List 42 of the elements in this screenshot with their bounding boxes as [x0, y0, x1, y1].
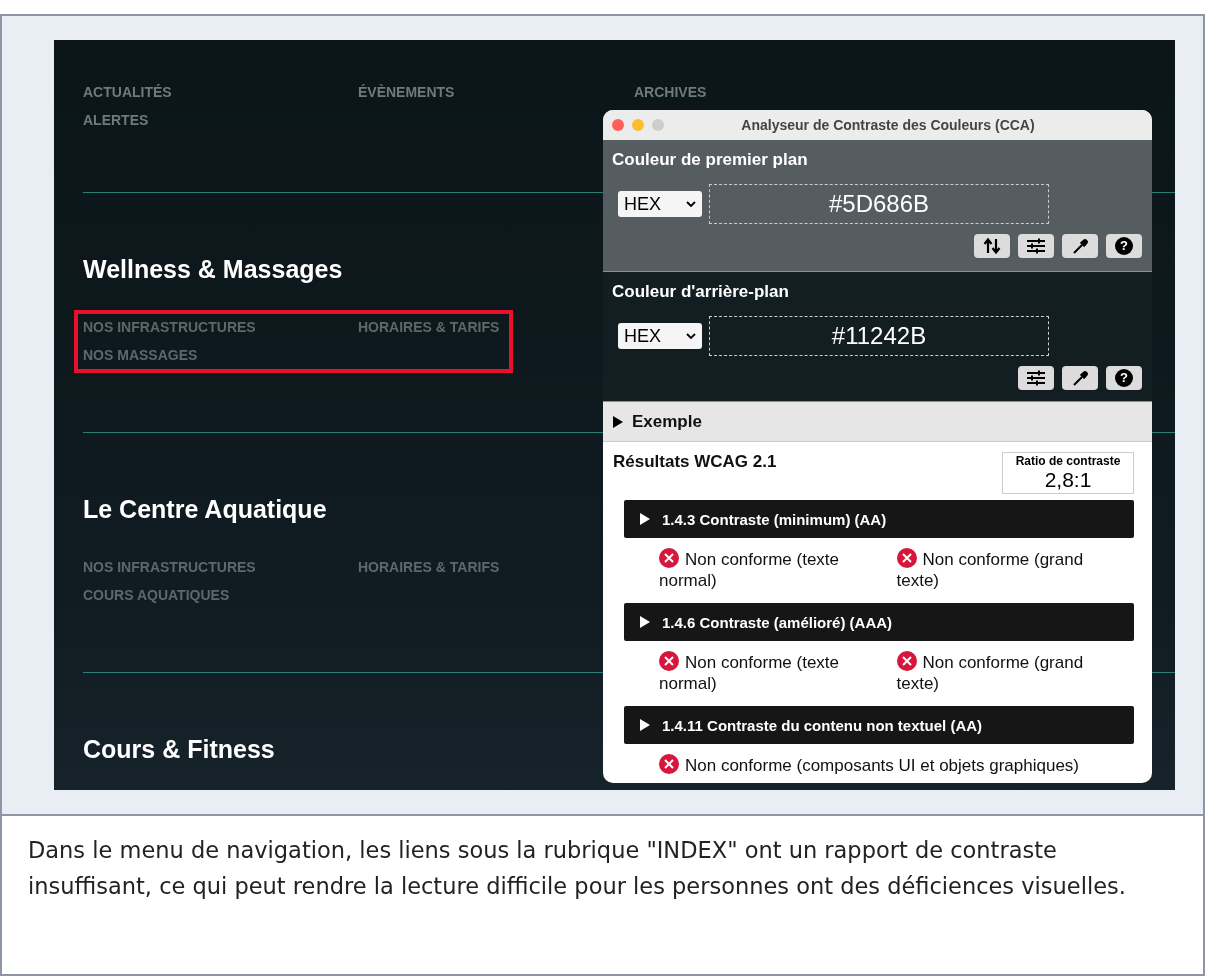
sliders-icon [1026, 370, 1046, 386]
swap-button[interactable] [974, 234, 1010, 258]
panel-heading: Couleur d'arrière-plan [612, 282, 790, 302]
eyedropper-button[interactable] [1062, 366, 1098, 390]
ratio-label: Ratio de contraste [1015, 454, 1121, 468]
swap-arrows-icon [983, 238, 1001, 254]
caret-icon [686, 200, 696, 208]
adjust-button[interactable] [1018, 366, 1054, 390]
section-heading: Cours & Fitness [83, 734, 275, 764]
result-text: Non conforme (grand texte) [896, 653, 1084, 693]
result-text: Non conforme (composants UI et objets graphiques) [685, 756, 1080, 775]
help-button[interactable]: ? [1106, 234, 1142, 258]
color-value-field[interactable]: #11242B [709, 316, 1049, 356]
nav-link[interactable]: ACTUALITÉS [83, 85, 358, 100]
caret-icon [686, 332, 696, 340]
example-disclosure[interactable]: Exemple [603, 402, 1152, 442]
format-select[interactable]: HEX [618, 191, 702, 217]
close-button[interactable] [612, 119, 624, 131]
result-text: Non conforme (grand texte) [896, 550, 1084, 590]
format-select[interactable]: HEX [618, 323, 702, 349]
section-heading: Le Centre Aquatique [83, 494, 327, 524]
eyedropper-icon [1071, 369, 1089, 387]
caption-text: Dans le menu de navigation, les liens sous la rubrique "INDEX" ont un rapport de contraste insuffisant, ce qui peut rendre la lecture difficile pour les personnes ont des déficiences visuelles. [28, 836, 1127, 901]
help-button[interactable]: ? [1106, 366, 1142, 390]
nav-link[interactable]: ÉVÈNEMENTS [358, 85, 634, 100]
criterion-disclosure[interactable]: 1.4.6 Contraste (amélioré) (AAA) [624, 603, 1134, 641]
sliders-icon [1026, 238, 1046, 254]
criterion-disclosure[interactable]: 1.4.3 Contraste (minimum) (AA) [624, 500, 1134, 538]
eyedropper-button[interactable] [1062, 234, 1098, 258]
color-value-field[interactable]: #5D686B [709, 184, 1049, 224]
nav-link[interactable]: ARCHIVES [634, 85, 1175, 100]
result-text: Non conforme (texte normal) [659, 653, 839, 693]
eyedropper-icon [1071, 237, 1089, 255]
result-text: Non conforme (texte normal) [659, 550, 839, 590]
criterion-disclosure[interactable]: 1.4.11 Contraste du contenu non textuel (AA) [624, 706, 1134, 744]
section-heading: Wellness & Massages [83, 254, 343, 284]
ratio-value: 2,8:1 [1044, 468, 1092, 492]
adjust-button[interactable] [1018, 234, 1054, 258]
nav-link[interactable]: ALERTES [83, 113, 358, 128]
panel-heading: Couleur de premier plan [612, 150, 809, 170]
window-title: Analyseur de Contraste des Couleurs (CCA) [740, 117, 1036, 133]
results-heading: Résultats WCAG 2.1 [613, 452, 777, 472]
